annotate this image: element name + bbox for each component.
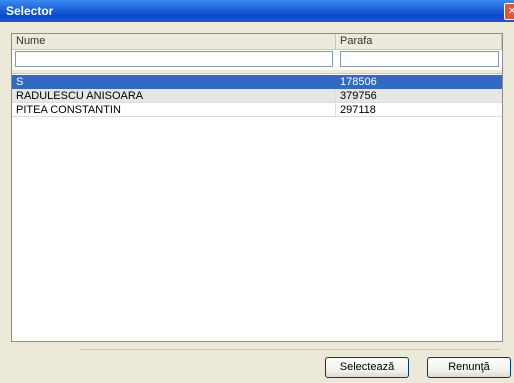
cell-nume: S bbox=[12, 75, 336, 89]
cell-parafa: 178506 bbox=[336, 75, 502, 89]
name-filter-input[interactable] bbox=[15, 51, 333, 67]
table-row[interactable]: PITEA CONSTANTIN 297118 bbox=[12, 103, 502, 117]
results-grid[interactable]: Nume Parafa S 178506 RADULESCU ANISOARA … bbox=[11, 33, 503, 342]
column-header-parafa[interactable]: Parafa bbox=[336, 34, 502, 50]
table-row[interactable]: RADULESCU ANISOARA 379756 bbox=[12, 89, 502, 103]
filter-separator bbox=[12, 70, 502, 74]
window-title: Selector bbox=[6, 4, 54, 18]
cancel-button[interactable]: Renunţă bbox=[427, 357, 511, 378]
selector-window: Selector ✕ Nume Parafa S 178506 RADULESC… bbox=[0, 0, 514, 383]
cell-parafa: 379756 bbox=[336, 89, 502, 103]
close-icon: ✕ bbox=[507, 6, 514, 17]
status-text bbox=[20, 344, 80, 354]
column-header-nume[interactable]: Nume bbox=[12, 34, 336, 50]
title-bar[interactable]: Selector ✕ bbox=[0, 0, 514, 22]
close-button[interactable]: ✕ bbox=[504, 3, 514, 20]
table-row[interactable]: S 178506 bbox=[12, 75, 502, 89]
parafa-filter-input[interactable] bbox=[340, 51, 499, 67]
cell-nume: RADULESCU ANISOARA bbox=[12, 89, 336, 103]
select-button[interactable]: Selectează bbox=[325, 357, 409, 378]
cell-nume: PITEA CONSTANTIN bbox=[12, 103, 336, 117]
cell-parafa: 297118 bbox=[336, 103, 502, 117]
status-divider bbox=[20, 349, 500, 350]
